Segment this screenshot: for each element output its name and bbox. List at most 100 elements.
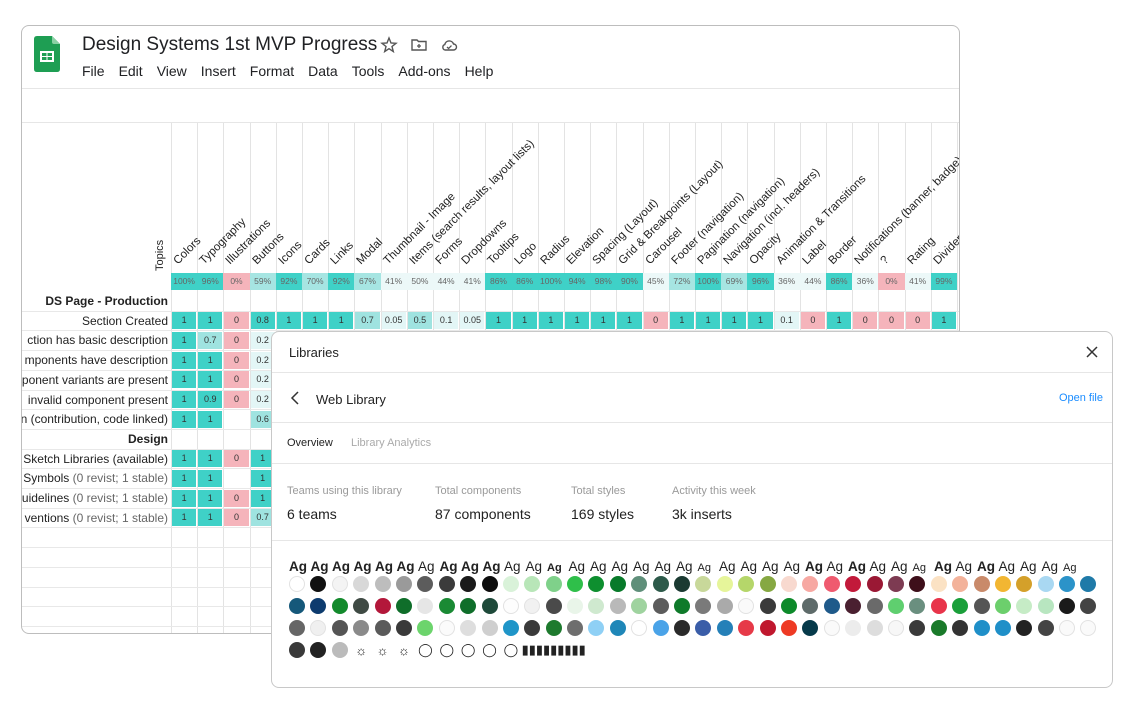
text-style-swatch[interactable]: Ag: [526, 559, 544, 574]
percentage-cell[interactable]: 96%: [197, 273, 224, 290]
effect-style-swatch[interactable]: ◯: [503, 642, 519, 658]
data-cell[interactable]: 1: [827, 312, 852, 330]
effect-style-swatch[interactable]: ☼: [375, 642, 391, 658]
color-style-swatch[interactable]: [374, 598, 391, 614]
color-style-swatch[interactable]: [973, 576, 990, 592]
color-style-swatch[interactable]: [909, 598, 926, 614]
color-style-swatch[interactable]: [759, 620, 776, 636]
text-style-swatch[interactable]: Ag: [612, 559, 630, 574]
color-style-swatch[interactable]: [909, 576, 926, 592]
data-cell[interactable]: 0.1: [774, 312, 799, 330]
color-style-swatch[interactable]: [952, 598, 969, 614]
data-cell[interactable]: 0.5: [407, 312, 432, 330]
color-style-swatch[interactable]: [652, 598, 669, 614]
data-cell[interactable]: 0: [643, 312, 668, 330]
text-style-swatch[interactable]: Ag: [418, 559, 436, 574]
percentage-cell[interactable]: 99%: [930, 273, 957, 290]
tab-overview[interactable]: Overview: [287, 437, 333, 449]
color-style-swatch[interactable]: [331, 598, 348, 614]
color-style-swatch[interactable]: [845, 576, 862, 592]
percentage-cell[interactable]: 90%: [616, 273, 643, 290]
data-cell[interactable]: 1: [172, 509, 197, 527]
color-style-swatch[interactable]: [674, 598, 691, 614]
color-style-swatch[interactable]: [845, 620, 862, 636]
column-header[interactable]: Rating: [905, 235, 937, 267]
text-style-swatch[interactable]: Ag: [870, 559, 888, 574]
menu-item-data[interactable]: Data: [308, 63, 338, 79]
text-style-swatch[interactable]: Ag: [354, 559, 372, 574]
color-style-swatch[interactable]: [1080, 576, 1097, 592]
data-cell[interactable]: 1: [172, 371, 197, 389]
percentage-cell[interactable]: 36%: [852, 273, 879, 290]
color-style-swatch[interactable]: [716, 576, 733, 592]
data-cell[interactable]: 1: [722, 312, 747, 330]
effect-style-swatch[interactable]: ◯: [460, 642, 476, 658]
color-style-swatch[interactable]: [780, 576, 797, 592]
color-style-swatch[interactable]: [1037, 576, 1054, 592]
data-cell[interactable]: 0.8: [250, 312, 275, 330]
percentage-cell[interactable]: 72%: [668, 273, 695, 290]
data-cell[interactable]: 1: [172, 312, 197, 330]
color-style-swatch[interactable]: [1080, 620, 1097, 636]
data-cell[interactable]: 0: [224, 489, 249, 507]
color-style-swatch[interactable]: [930, 598, 947, 614]
data-cell[interactable]: 1: [198, 489, 223, 507]
data-cell[interactable]: 0: [879, 312, 904, 330]
data-cell[interactable]: 1: [696, 312, 721, 330]
star-icon[interactable]: [380, 36, 398, 54]
section-header[interactable]: Design: [128, 432, 168, 446]
color-style-swatch[interactable]: [567, 576, 584, 592]
color-style-swatch[interactable]: [631, 620, 648, 636]
color-style-swatch[interactable]: [695, 576, 712, 592]
row-label[interactable]: ction has basic description: [27, 333, 168, 347]
percentage-cell[interactable]: 86%: [826, 273, 853, 290]
color-style-swatch[interactable]: [524, 598, 541, 614]
data-cell[interactable]: 1: [748, 312, 773, 330]
color-style-swatch[interactable]: [588, 576, 605, 592]
text-style-swatch[interactable]: Ag: [956, 559, 974, 574]
data-cell[interactable]: 1: [172, 391, 197, 408]
color-style-swatch[interactable]: [374, 620, 391, 636]
color-style-swatch[interactable]: [909, 620, 926, 636]
color-style-swatch[interactable]: [502, 598, 519, 614]
data-cell[interactable]: 1: [172, 450, 197, 468]
data-cell[interactable]: 0: [224, 509, 249, 527]
data-cell[interactable]: 1: [617, 312, 642, 330]
text-style-swatch[interactable]: Ag: [1063, 562, 1081, 574]
data-cell[interactable]: 1: [198, 351, 223, 369]
color-style-swatch[interactable]: [524, 620, 541, 636]
color-style-swatch[interactable]: [289, 598, 305, 614]
cloud-status-icon[interactable]: [440, 36, 458, 54]
data-cell[interactable]: 1: [198, 312, 223, 330]
percentage-cell[interactable]: 0%: [223, 273, 250, 290]
color-style-swatch[interactable]: [289, 576, 305, 592]
color-style-swatch[interactable]: [567, 620, 584, 636]
color-style-swatch[interactable]: [674, 620, 691, 636]
color-style-swatch[interactable]: [845, 598, 862, 614]
color-style-swatch[interactable]: [310, 576, 327, 592]
menu-item-format[interactable]: Format: [250, 63, 294, 79]
color-style-swatch[interactable]: [353, 620, 370, 636]
menu-item-view[interactable]: View: [157, 63, 187, 79]
text-style-swatch[interactable]: Ag: [569, 559, 587, 574]
color-style-swatch[interactable]: [353, 598, 370, 614]
text-style-swatch[interactable]: Ag: [375, 559, 393, 574]
color-style-swatch[interactable]: [289, 642, 305, 658]
effect-style-swatch[interactable]: ◯: [482, 642, 498, 658]
color-style-swatch[interactable]: [588, 598, 605, 614]
text-style-swatch[interactable]: Ag: [1042, 559, 1060, 574]
color-style-swatch[interactable]: [1016, 576, 1033, 592]
data-cell[interactable]: [224, 411, 248, 428]
color-style-swatch[interactable]: [417, 576, 434, 592]
percentage-cell[interactable]: 98%: [590, 273, 617, 290]
color-style-swatch[interactable]: [973, 598, 990, 614]
data-cell[interactable]: 1: [512, 312, 537, 330]
data-cell[interactable]: 1: [591, 312, 616, 330]
color-style-swatch[interactable]: [331, 576, 348, 592]
text-style-swatch[interactable]: Ag: [676, 559, 694, 574]
data-cell[interactable]: 0: [800, 312, 825, 330]
color-style-swatch[interactable]: [588, 620, 605, 636]
color-style-swatch[interactable]: [481, 598, 498, 614]
color-style-swatch[interactable]: [331, 620, 348, 636]
color-style-swatch[interactable]: [545, 576, 562, 592]
